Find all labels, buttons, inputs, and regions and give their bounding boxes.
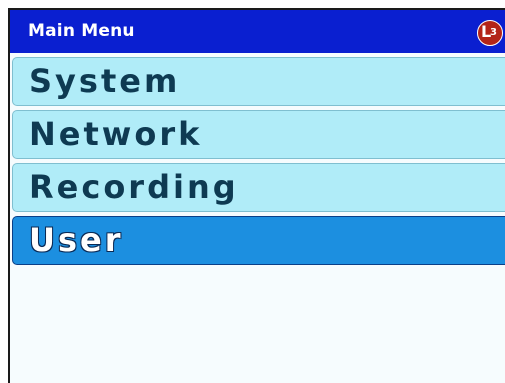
- l3-logo-icon: L 3: [477, 20, 503, 46]
- title-bar: Main Menu L 3: [10, 10, 505, 53]
- menu-item-label: User: [29, 221, 124, 259]
- menu-item-recording[interactable]: Recording: [12, 163, 505, 212]
- menu-title: Main Menu: [28, 21, 135, 41]
- menu-item-system[interactable]: System: [12, 57, 505, 106]
- logo-number: 3: [490, 27, 497, 38]
- menu-item-label: Recording: [29, 168, 239, 206]
- menu-item-label: System: [29, 62, 181, 100]
- menu-item-network[interactable]: Network: [12, 110, 505, 159]
- menu-item-user[interactable]: User: [12, 216, 505, 265]
- menu-item-label: Network: [29, 115, 203, 153]
- device-screen: Main Menu L 3 System Network Recording U…: [8, 8, 505, 383]
- main-menu-list: System Network Recording User: [12, 57, 505, 269]
